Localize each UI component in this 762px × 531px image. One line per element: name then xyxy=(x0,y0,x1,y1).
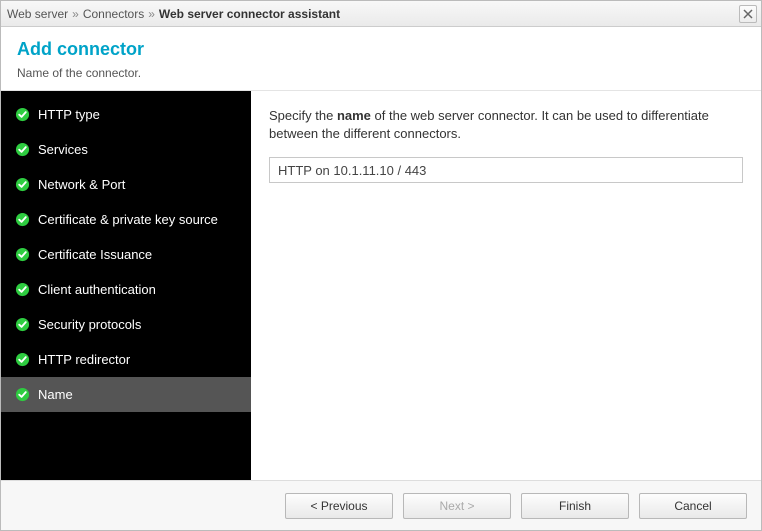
wizard-step[interactable]: Network & Port xyxy=(1,167,251,202)
wizard-step-label: Client authentication xyxy=(38,282,156,297)
wizard-header: Add connector Name of the connector. xyxy=(1,27,761,91)
wizard-window: Web server » Connectors » Web server con… xyxy=(0,0,762,531)
wizard-step[interactable]: Certificate Issuance xyxy=(1,237,251,272)
wizard-step-label: Name xyxy=(38,387,73,402)
close-button[interactable] xyxy=(739,5,757,23)
wizard-step[interactable]: Certificate & private key source xyxy=(1,202,251,237)
wizard-footer: < Previous Next > Finish Cancel xyxy=(1,480,761,530)
wizard-step[interactable]: HTTP redirector xyxy=(1,342,251,377)
wizard-step-label: Certificate Issuance xyxy=(38,247,152,262)
cancel-button[interactable]: Cancel xyxy=(639,493,747,519)
wizard-step[interactable]: Services xyxy=(1,132,251,167)
page-subtitle: Name of the connector. xyxy=(17,66,745,80)
check-circle-icon xyxy=(15,142,30,157)
check-circle-icon xyxy=(15,282,30,297)
wizard-step-label: HTTP type xyxy=(38,107,100,122)
wizard-body: HTTP type Services Network & Port Certifica… xyxy=(1,91,761,480)
wizard-step[interactable]: Client authentication xyxy=(1,272,251,307)
breadcrumb-separator: » xyxy=(148,7,155,21)
wizard-content: Specify the name of the web server conne… xyxy=(251,91,761,480)
page-title: Add connector xyxy=(17,39,745,60)
breadcrumb-item[interactable]: Connectors xyxy=(83,7,144,21)
wizard-step[interactable]: Name xyxy=(1,377,251,412)
check-circle-icon xyxy=(15,247,30,262)
connector-name-input[interactable] xyxy=(269,157,743,183)
wizard-step-label: Network & Port xyxy=(38,177,125,192)
breadcrumb: Web server » Connectors » Web server con… xyxy=(7,7,340,21)
check-circle-icon xyxy=(15,107,30,122)
check-circle-icon xyxy=(15,212,30,227)
close-icon xyxy=(743,9,753,19)
titlebar: Web server » Connectors » Web server con… xyxy=(1,1,761,27)
wizard-step[interactable]: Security protocols xyxy=(1,307,251,342)
wizard-step-label: Certificate & private key source xyxy=(38,212,218,227)
previous-button[interactable]: < Previous xyxy=(285,493,393,519)
check-circle-icon xyxy=(15,352,30,367)
wizard-step-label: HTTP redirector xyxy=(38,352,130,367)
breadcrumb-item[interactable]: Web server xyxy=(7,7,68,21)
wizard-steps-sidebar: HTTP type Services Network & Port Certifica… xyxy=(1,91,251,480)
instruction-text: Specify the name of the web server conne… xyxy=(269,107,743,143)
wizard-step-label: Services xyxy=(38,142,88,157)
check-circle-icon xyxy=(15,317,30,332)
wizard-step-label: Security protocols xyxy=(38,317,141,332)
check-circle-icon xyxy=(15,177,30,192)
check-circle-icon xyxy=(15,387,30,402)
finish-button[interactable]: Finish xyxy=(521,493,629,519)
wizard-step[interactable]: HTTP type xyxy=(1,97,251,132)
breadcrumb-separator: » xyxy=(72,7,79,21)
next-button[interactable]: Next > xyxy=(403,493,511,519)
breadcrumb-current: Web server connector assistant xyxy=(159,7,340,21)
